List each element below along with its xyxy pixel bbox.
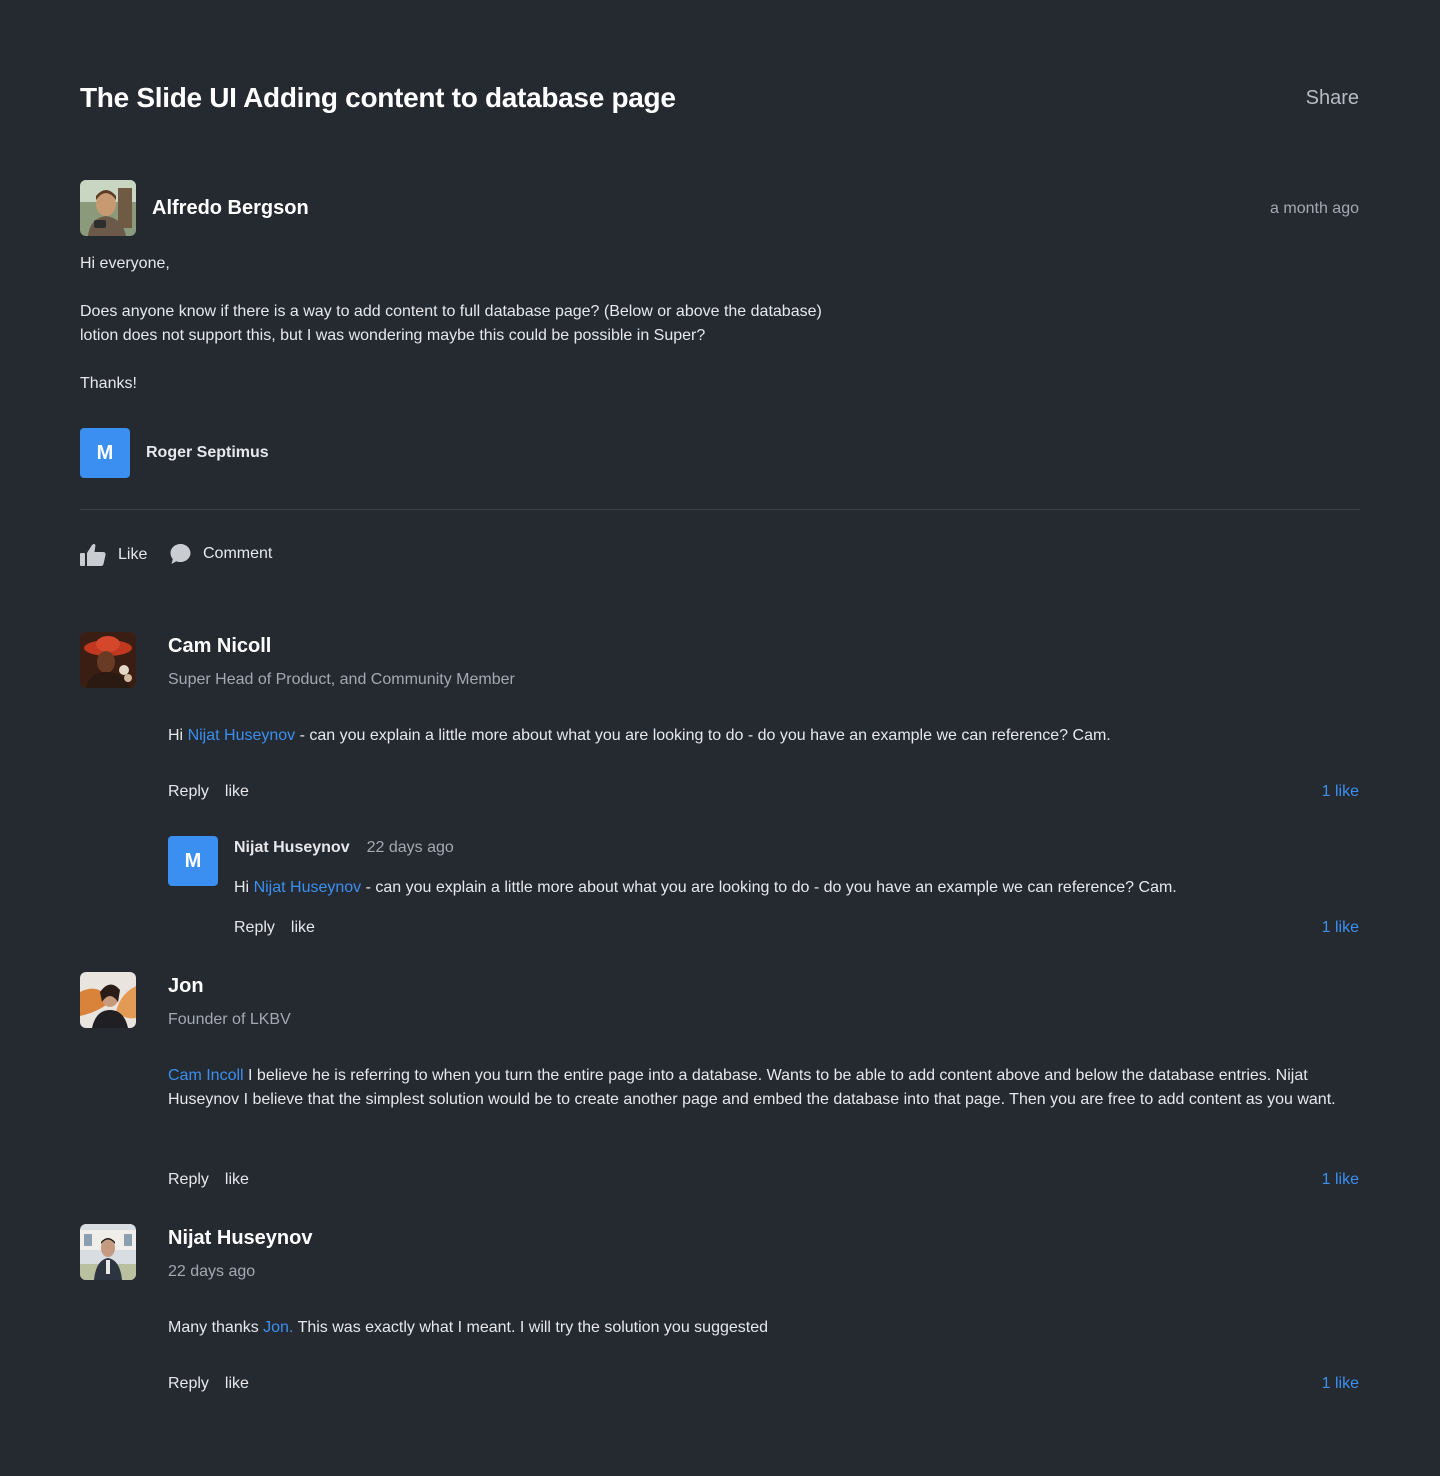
user-mention[interactable]: Cam Incoll <box>168 1067 244 1084</box>
share-button[interactable]: Share <box>1306 86 1359 110</box>
reply-button[interactable]: Reply <box>168 782 209 802</box>
like-count[interactable]: 1 like <box>1322 782 1359 802</box>
comment-actions: Reply like <box>168 782 249 802</box>
reply-button[interactable]: Reply <box>234 918 275 938</box>
commenter-avatar[interactable] <box>80 1224 136 1280</box>
like-comment-button[interactable]: like <box>225 1374 249 1394</box>
comment-button[interactable]: Comment <box>170 543 272 565</box>
comment-actions: Reply like <box>168 1170 249 1190</box>
post-line: lotion does not support this, but I was … <box>80 327 706 344</box>
like-count[interactable]: 1 like <box>1322 918 1359 938</box>
comment-actions: Reply like <box>168 1374 249 1394</box>
reply-author-name[interactable]: Nijat Huseynov <box>234 838 350 858</box>
commenter-name[interactable]: Cam Nicoll <box>168 634 271 658</box>
like-comment-button[interactable]: like <box>225 782 249 802</box>
commenter-role: Super Head of Product, and Community Mem… <box>168 671 515 688</box>
post-line: Does anyone know if there is a way to ad… <box>80 303 822 320</box>
like-count[interactable]: 1 like <box>1322 1374 1359 1394</box>
user-mention[interactable]: Jon. <box>263 1319 293 1336</box>
commenter-role: Founder of LKBV <box>168 1011 291 1028</box>
comment-text-part: - can you explain a little more about wh… <box>295 727 1111 744</box>
user-mention[interactable]: Nijat Huseynov <box>254 879 362 896</box>
reply-text-part: Hi <box>234 879 254 896</box>
reply-text-part: - can you explain a little more about wh… <box>361 879 1177 896</box>
comment-label: Comment <box>203 545 273 562</box>
reply-actions: Reply like <box>234 918 315 938</box>
divider <box>80 509 1360 510</box>
comment-text: Hi Nijat Huseynov - can you explain a li… <box>168 724 1358 748</box>
page-title: The Slide UI Adding content to database … <box>80 82 676 113</box>
like-label: Like <box>118 546 148 563</box>
reply-button[interactable]: Reply <box>168 1374 209 1394</box>
reply-button[interactable]: Reply <box>168 1170 209 1190</box>
reply-avatar[interactable]: M <box>168 836 218 886</box>
like-count[interactable]: 1 like <box>1322 1170 1359 1190</box>
reply-text: Hi Nijat Huseynov - can you explain a li… <box>234 876 1358 900</box>
post-greeting: Hi everyone, <box>80 255 170 272</box>
user-mention[interactable]: Nijat Huseynov <box>188 727 296 744</box>
commenter-avatar[interactable] <box>80 972 136 1028</box>
comment-timestamp: 22 days ago <box>168 1263 256 1280</box>
comment-text: Many thanks Jon. This was exactly what I… <box>168 1316 1358 1340</box>
post-timestamp: a month ago <box>1270 200 1359 217</box>
post-thanks: Thanks! <box>80 375 137 392</box>
comment-icon <box>170 544 191 564</box>
commenter-name[interactable]: Jon <box>168 974 204 998</box>
like-comment-button[interactable]: like <box>225 1170 249 1190</box>
reply-timestamp: 22 days ago <box>366 839 454 856</box>
comment-text-part: Hi <box>168 727 188 744</box>
tagged-user-name[interactable]: Roger Septimus <box>146 443 269 463</box>
comment-text-part: This was exactly what I meant. I will tr… <box>293 1319 768 1336</box>
comment-text: Cam Incoll I believe he is referring to … <box>168 1064 1360 1112</box>
like-comment-button[interactable]: like <box>291 918 315 938</box>
reply-header: Nijat Huseynov 22 days ago <box>234 838 454 858</box>
tagged-user-avatar[interactable]: M <box>80 428 130 478</box>
like-button[interactable]: Like <box>80 543 147 567</box>
comment-text-part: I believe he is referring to when you tu… <box>168 1067 1336 1108</box>
commenter-avatar[interactable] <box>80 632 136 688</box>
commenter-name[interactable]: Nijat Huseynov <box>168 1226 312 1250</box>
thumbs-up-icon <box>80 544 106 566</box>
post-body: Hi everyone, Does anyone know if there i… <box>80 252 960 420</box>
post-author-name[interactable]: Alfredo Bergson <box>152 196 309 220</box>
comment-text-part: Many thanks <box>168 1319 264 1336</box>
author-avatar[interactable] <box>80 180 136 236</box>
